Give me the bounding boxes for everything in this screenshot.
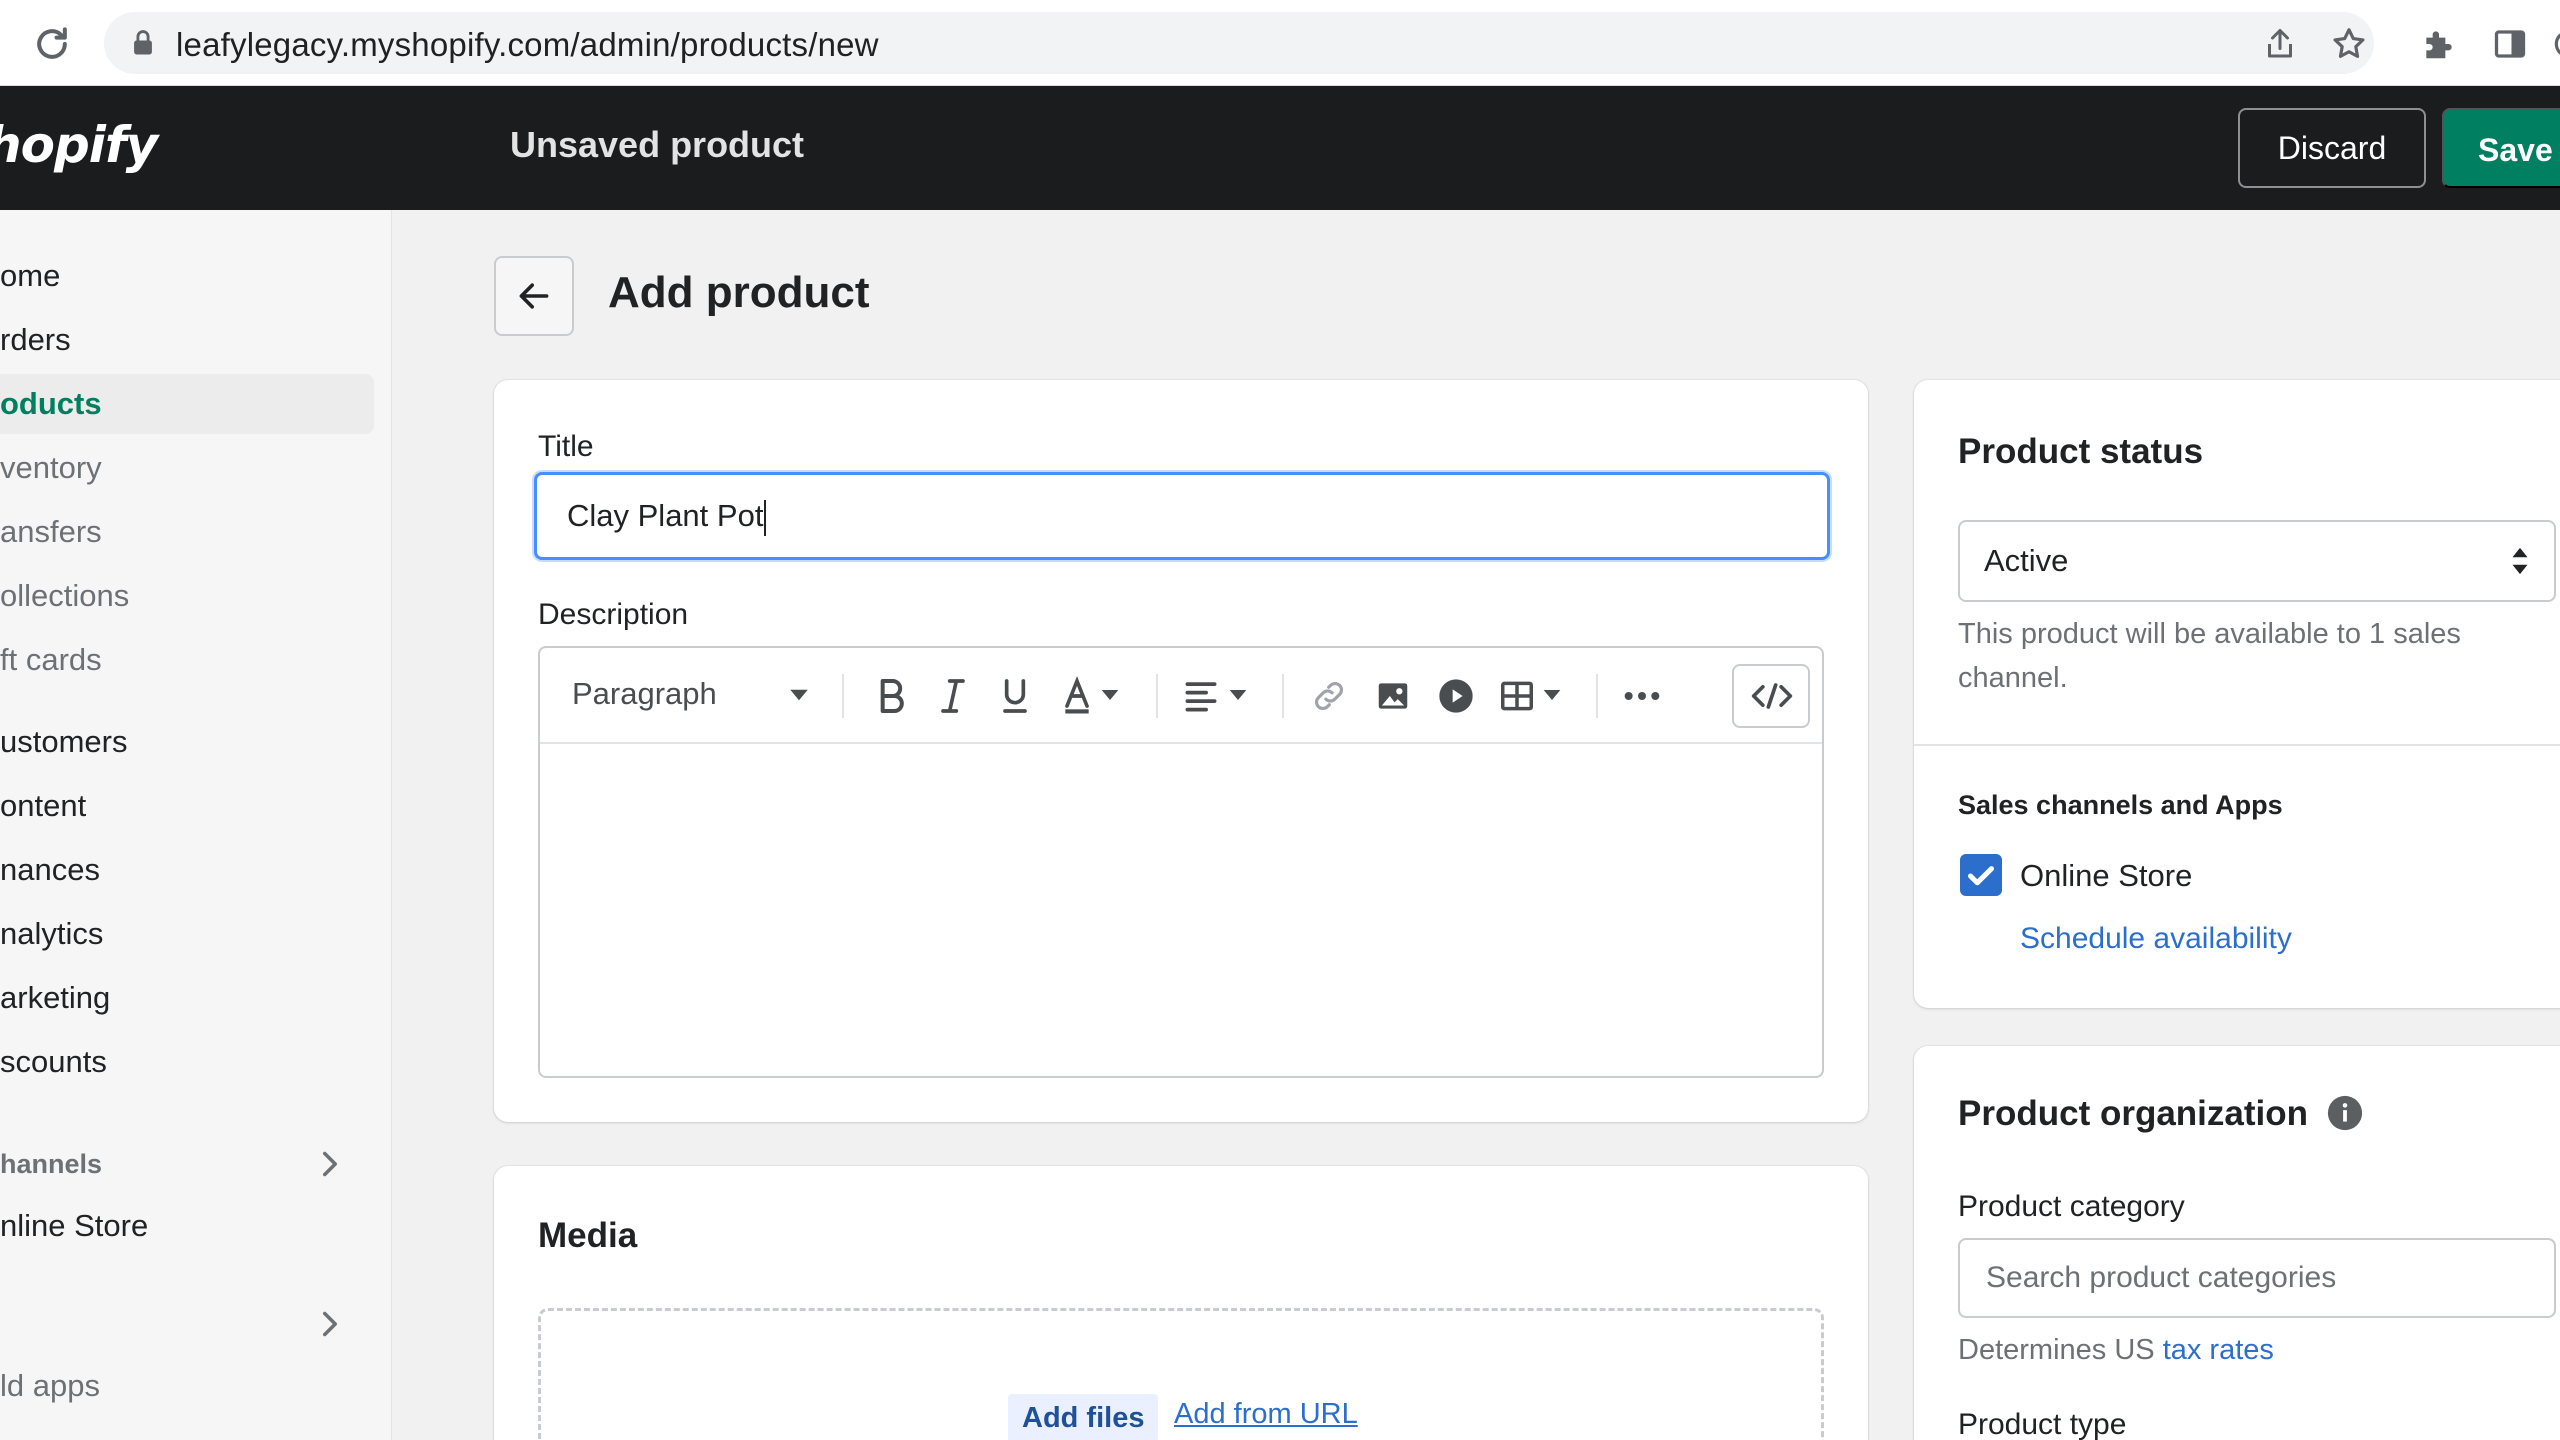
sidebar-item-products[interactable]: oducts: [0, 374, 374, 434]
toolbar-divider: [1282, 674, 1284, 718]
tax-help-text: Determines US tax rates: [1958, 1328, 2274, 1372]
editor-toolbar: Paragraph: [540, 648, 1822, 744]
tax-rates-link[interactable]: tax rates: [2163, 1334, 2274, 1366]
chevron-right-icon[interactable]: [318, 1150, 342, 1178]
sidebar-item-content[interactable]: ontent: [0, 776, 374, 836]
sales-channels-subheading: Sales channels and Apps: [1958, 790, 2283, 820]
description-label: Description: [538, 598, 689, 631]
bold-icon[interactable]: [874, 676, 908, 716]
back-button[interactable]: [494, 256, 574, 336]
online-store-checkbox[interactable]: [1960, 854, 2002, 896]
status-value: Active: [1984, 543, 2069, 578]
sidebar-item-orders[interactable]: rders: [0, 310, 374, 370]
italic-icon[interactable]: [936, 676, 970, 716]
shopify-logo[interactable]: hopify: [0, 116, 158, 174]
code-icon: [1751, 683, 1793, 709]
sidebar-item-finances[interactable]: nances: [0, 840, 374, 900]
product-category-input[interactable]: Search product categories: [1958, 1238, 2556, 1318]
url-text: leafylegacy.myshopify.com/admin/products…: [176, 26, 879, 63]
page-title: Add product: [608, 268, 870, 317]
add-from-url-link[interactable]: Add from URL: [1174, 1398, 1358, 1431]
info-icon[interactable]: [2326, 1094, 2364, 1132]
address-bar[interactable]: leafylegacy.myshopify.com/admin/products…: [104, 12, 2374, 74]
title-input[interactable]: Clay Plant Pot: [534, 472, 1830, 560]
more-options-icon[interactable]: [1622, 684, 1662, 708]
checkmark-icon: [1967, 866, 1995, 886]
chevron-down-icon[interactable]: [1228, 688, 1248, 702]
toolbar-divider: [1596, 674, 1598, 718]
link-icon[interactable]: [1310, 676, 1348, 716]
schedule-availability-link[interactable]: Schedule availability: [2020, 922, 2292, 956]
sidebar-item-marketing[interactable]: arketing: [0, 968, 374, 1028]
sidebar-nav: ome rders oducts ventory ansfers ollecti…: [0, 210, 392, 1440]
product-status-select[interactable]: Active: [1958, 520, 2556, 602]
video-play-icon[interactable]: [1436, 676, 1476, 716]
underline-icon[interactable]: [998, 676, 1032, 716]
text-caret: [764, 499, 767, 536]
chevron-down-icon[interactable]: [1542, 688, 1562, 702]
bookmark-star-icon[interactable]: [2330, 25, 2368, 63]
text-color-icon[interactable]: [1060, 676, 1094, 716]
browser-toolbar: leafylegacy.myshopify.com/admin/products…: [0, 0, 2560, 86]
product-organization-heading: Product organization: [1958, 1094, 2308, 1133]
sales-channels-heading: hannels: [0, 1149, 103, 1179]
unsaved-product-title: Unsaved product: [510, 124, 805, 165]
description-editor[interactable]: Paragraph: [538, 646, 1824, 1078]
sidebar-item-add-apps[interactable]: ld apps: [0, 1356, 374, 1416]
chevron-down-icon[interactable]: [1100, 688, 1120, 702]
sidebar-item-inventory[interactable]: ventory: [0, 438, 374, 498]
admin-topbar: hopify Unsaved product Discard Save: [0, 86, 2560, 210]
discard-button[interactable]: Discard: [2238, 108, 2426, 188]
save-button[interactable]: Save: [2442, 108, 2560, 188]
sidebar-item-gift-cards[interactable]: ft cards: [0, 630, 374, 690]
sidebar-item-collections[interactable]: ollections: [0, 566, 374, 626]
table-icon[interactable]: [1498, 676, 1536, 716]
title-value: Clay Plant Pot: [567, 498, 764, 533]
sidebar-item-online-store[interactable]: nline Store: [0, 1196, 374, 1256]
toolbar-divider: [1156, 674, 1158, 718]
profile-icon[interactable]: [2548, 28, 2560, 60]
chevron-right-icon[interactable]: [318, 1310, 342, 1338]
align-left-icon[interactable]: [1184, 678, 1218, 714]
select-arrows-icon: [2512, 547, 2528, 575]
media-heading: Media: [538, 1216, 638, 1255]
image-icon[interactable]: [1374, 676, 1412, 716]
sidebar-item-discounts[interactable]: scounts: [0, 1032, 374, 1092]
product-type-label: Product type: [1958, 1408, 2127, 1440]
lock-icon: [134, 30, 152, 55]
paragraph-format-select[interactable]: Paragraph: [572, 676, 717, 712]
sidebar-item-transfers[interactable]: ansfers: [0, 502, 374, 562]
sidebar-item-home[interactable]: ome: [0, 246, 374, 306]
arrow-left-icon: [519, 283, 549, 309]
chevron-down-icon[interactable]: [788, 688, 810, 702]
extensions-puzzle-icon[interactable]: [2420, 25, 2458, 63]
reload-icon[interactable]: [30, 22, 74, 66]
product-category-label: Product category: [1958, 1190, 2185, 1223]
sidebar-item-analytics[interactable]: nalytics: [0, 904, 374, 964]
tax-help-prefix: Determines US: [1958, 1334, 2155, 1366]
online-store-label: Online Store: [2020, 858, 2193, 893]
toolbar-divider: [842, 674, 844, 718]
product-status-heading: Product status: [1958, 432, 2204, 471]
availability-help-text: This product will be available to 1 sale…: [1958, 618, 2461, 694]
show-html-button[interactable]: [1732, 664, 1810, 728]
side-panel-icon[interactable]: [2492, 26, 2528, 62]
add-files-button[interactable]: Add files: [1008, 1394, 1159, 1440]
sidebar-item-customers[interactable]: ustomers: [0, 712, 374, 772]
title-label: Title: [538, 430, 594, 463]
card-divider: [1914, 744, 2560, 746]
share-icon[interactable]: [2262, 26, 2298, 62]
